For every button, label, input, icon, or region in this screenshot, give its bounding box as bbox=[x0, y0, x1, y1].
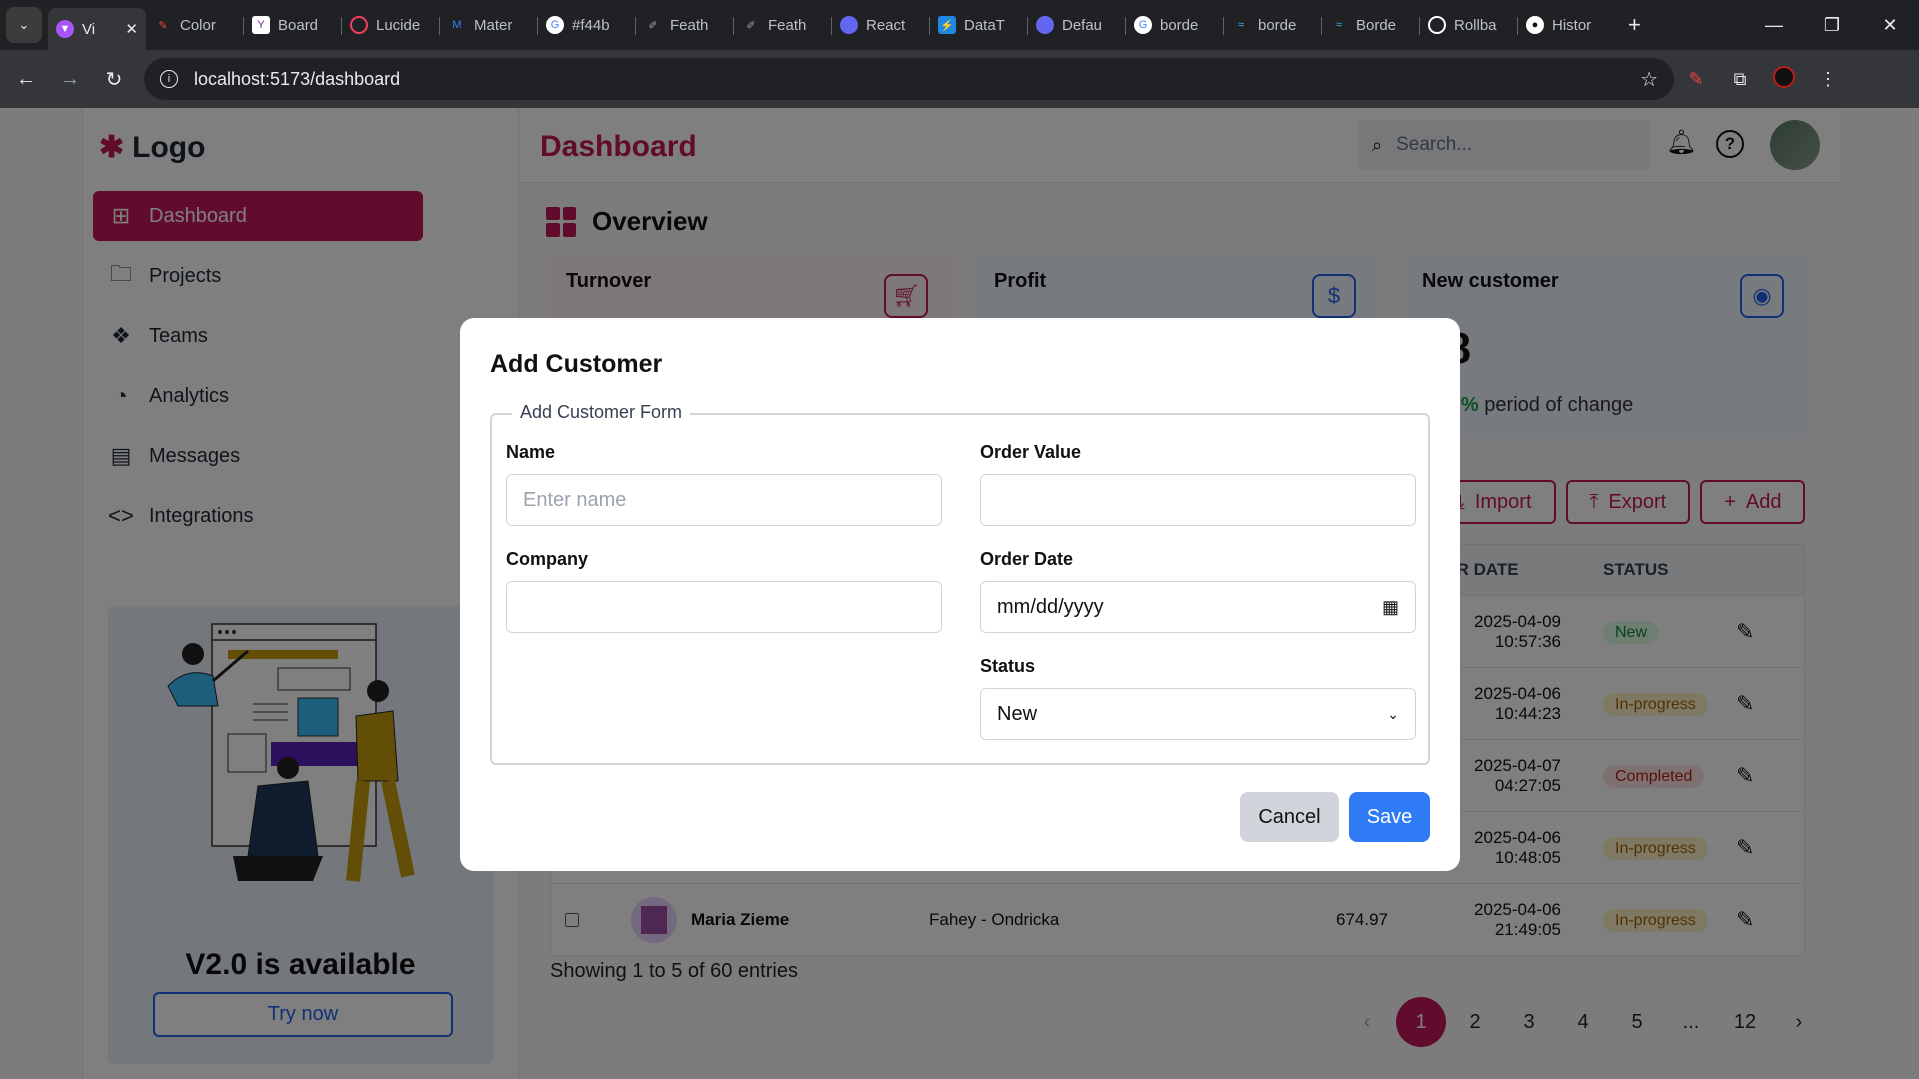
browser-tab[interactable]: M Mater bbox=[440, 7, 538, 43]
tab-search-button[interactable]: ⌄ bbox=[6, 7, 42, 43]
reload-icon[interactable]: ↻ bbox=[96, 67, 132, 92]
chevron-down-icon: ⌄ bbox=[1387, 705, 1399, 722]
brush-icon: ✎ bbox=[158, 19, 168, 32]
url-field[interactable]: i localhost:5173/dashboard ☆ bbox=[144, 58, 1674, 100]
tailwind-icon: ≈ bbox=[1335, 19, 1343, 31]
google-icon: G bbox=[1134, 16, 1152, 34]
tab-title: React bbox=[866, 16, 906, 34]
browser-tab[interactable]: ≈ Borde bbox=[1322, 7, 1420, 43]
order-date-input[interactable]: mm/dd/yyyy ▦ bbox=[980, 581, 1416, 633]
yahoo-icon: Y bbox=[252, 16, 270, 34]
calendar-icon[interactable]: ▦ bbox=[1382, 597, 1399, 618]
github-icon: ● bbox=[1526, 16, 1544, 34]
extensions-icon[interactable]: ⧉ bbox=[1718, 69, 1762, 90]
tab-title: Borde bbox=[1356, 16, 1397, 34]
tab-title: DataT bbox=[964, 16, 1005, 34]
menu-icon[interactable]: ⋮ bbox=[1806, 69, 1850, 90]
browser-tab[interactable]: Gborde bbox=[1126, 7, 1224, 43]
lucide-icon bbox=[350, 16, 368, 34]
order-date-label: Order Date bbox=[980, 549, 1074, 569]
new-tab-button[interactable]: + bbox=[1628, 12, 1641, 38]
tab-title: borde bbox=[1160, 16, 1199, 34]
browser-tab[interactable]: React bbox=[832, 7, 930, 43]
tab-title: Feath bbox=[670, 16, 709, 34]
extension-pen-icon[interactable]: ✎ bbox=[1674, 69, 1718, 90]
name-label: Name bbox=[506, 442, 556, 462]
tab-title: borde bbox=[1258, 16, 1297, 34]
browser-tab[interactable]: ⚡ DataT bbox=[930, 7, 1028, 43]
vite-icon: ▼ bbox=[56, 20, 74, 38]
forward-icon[interactable]: → bbox=[52, 68, 88, 91]
tab-title: Color bbox=[180, 16, 216, 34]
browser-tab[interactable]: Lucide bbox=[342, 7, 440, 43]
browser-tab-bar: ⌄ ▼ Vi ✕ ✎ Color Y Board Lucide M Mater G #f… bbox=[0, 0, 1919, 50]
browser-tab[interactable]: ● Histor bbox=[1518, 7, 1616, 43]
feather-icon: ✐ bbox=[746, 19, 756, 32]
tab-title: Rollba bbox=[1454, 16, 1497, 34]
order-value-label: Order Value bbox=[980, 442, 1082, 462]
order-value-input[interactable] bbox=[980, 474, 1416, 526]
site-info-icon[interactable]: i bbox=[160, 70, 178, 88]
status-select[interactable]: New ⌄ bbox=[980, 688, 1416, 740]
add-customer-modal: Add Customer Add Customer Form Name Orde… bbox=[460, 318, 1460, 871]
order-date-value: mm/dd/yyyy bbox=[997, 595, 1104, 618]
tab-title: Defau bbox=[1062, 16, 1103, 34]
company-input[interactable] bbox=[506, 581, 942, 633]
datatables-icon: ⚡ bbox=[938, 16, 956, 34]
browser-tab[interactable]: ≈ borde bbox=[1224, 7, 1322, 43]
browser-tab[interactable]: Rollba bbox=[1420, 7, 1518, 43]
browser-tab[interactable]: ✐ Feath bbox=[636, 7, 734, 43]
close-window-icon[interactable]: ✕ bbox=[1861, 15, 1919, 36]
browser-tab[interactable]: Defau bbox=[1028, 7, 1126, 43]
close-icon[interactable]: ✕ bbox=[125, 20, 138, 38]
mui-icon: M bbox=[452, 19, 462, 31]
name-input[interactable] bbox=[506, 474, 942, 526]
status-select-value: New bbox=[997, 702, 1038, 725]
tab-title: Histor bbox=[1552, 16, 1592, 34]
tab-title: Board bbox=[278, 16, 319, 34]
react-icon bbox=[840, 16, 858, 34]
modal-title: Add Customer bbox=[490, 350, 663, 378]
browser-tab[interactable]: ✐ Feath bbox=[734, 7, 832, 43]
tab-title: Feath bbox=[768, 16, 807, 34]
browser-tab[interactable]: ✎ Color bbox=[146, 7, 244, 43]
bookmark-star-icon[interactable]: ☆ bbox=[1640, 67, 1658, 92]
form-legend: Add Customer Form bbox=[512, 402, 691, 423]
back-icon[interactable]: ← bbox=[8, 68, 44, 91]
url-text: localhost:5173/dashboard bbox=[194, 68, 401, 89]
react-icon bbox=[1036, 16, 1054, 34]
browser-tab[interactable]: ▼ Vi ✕ bbox=[48, 8, 146, 50]
address-bar: ← → ↻ i localhost:5173/dashboard ☆ ✎ ⧉ ⋮ bbox=[0, 50, 1919, 108]
tailwind-icon: ≈ bbox=[1237, 19, 1245, 31]
feather-icon: ✐ bbox=[648, 19, 658, 32]
company-label: Company bbox=[506, 549, 589, 569]
browser-tab[interactable]: Y Board bbox=[244, 7, 342, 43]
restore-icon[interactable]: ❐ bbox=[1803, 15, 1861, 36]
rollbar-icon bbox=[1428, 16, 1446, 34]
cancel-button[interactable]: Cancel bbox=[1240, 792, 1339, 842]
save-button[interactable]: Save bbox=[1349, 792, 1430, 842]
profile-icon[interactable] bbox=[1762, 65, 1806, 93]
status-label: Status bbox=[980, 656, 1036, 676]
google-icon: G bbox=[546, 16, 564, 34]
tab-title: Lucide bbox=[376, 16, 421, 34]
browser-tab[interactable]: G #f44b bbox=[538, 7, 636, 43]
minimize-icon[interactable]: — bbox=[1745, 15, 1803, 36]
tab-title: #f44b bbox=[572, 16, 610, 34]
tab-title: Vi bbox=[82, 20, 96, 38]
tab-title: Mater bbox=[474, 16, 513, 34]
